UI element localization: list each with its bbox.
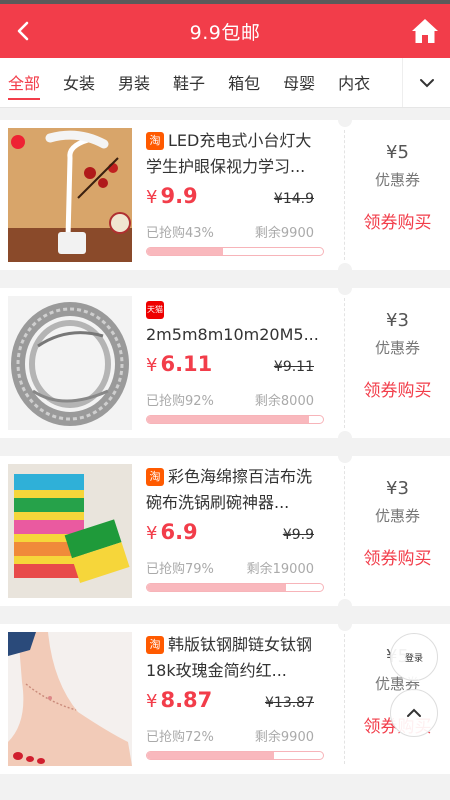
remaining-count: 剩余8000 bbox=[254, 394, 314, 409]
sold-progress-bar bbox=[146, 247, 324, 256]
chevron-down-icon bbox=[419, 78, 434, 87]
remaining-count: 剩余9900 bbox=[254, 226, 314, 241]
taobao-badge-icon: 淘 bbox=[146, 132, 164, 150]
product-title[interactable]: 淘韩版钛钢脚链女钛钢18k玫瑰金简约红... bbox=[146, 632, 322, 684]
taobao-badge-icon: 淘 bbox=[146, 636, 164, 654]
coupon-label: 优惠券 bbox=[374, 339, 420, 357]
coupon-panel: ¥5 优惠券 领券购买 bbox=[345, 120, 450, 270]
product-image-lamp[interactable] bbox=[8, 128, 132, 262]
coupon-amount: ¥5 bbox=[386, 142, 409, 163]
category-tab-underwear[interactable]: 内衣 bbox=[338, 66, 370, 100]
get-coupon-button[interactable]: 领券购买 bbox=[345, 544, 450, 569]
product-image-sponge[interactable] bbox=[8, 464, 132, 598]
product-card[interactable]: 淘彩色海绵擦百洁布洗碗布洗锅刷碗神器... ¥6.9 ¥9.9 已抢购79% 剩… bbox=[0, 449, 450, 613]
product-price: ¥6.11 bbox=[146, 352, 213, 376]
sold-progress-bar bbox=[146, 751, 324, 760]
original-price: ¥9.9 bbox=[282, 527, 314, 543]
category-tab-baby[interactable]: 母婴 bbox=[283, 66, 315, 100]
coupon-amount: ¥3 bbox=[386, 478, 409, 499]
category-tab-all[interactable]: 全部 bbox=[8, 66, 41, 100]
product-image-anklet[interactable] bbox=[8, 632, 132, 766]
remaining-count: 剩余9900 bbox=[254, 730, 314, 745]
sold-progress-fill bbox=[147, 752, 274, 759]
sold-percent: 已抢购79% bbox=[146, 562, 214, 577]
product-card[interactable]: 天猫 2m5m8m10m20M5... ¥6.11 ¥9.11 已抢购92% 剩余… bbox=[0, 281, 450, 445]
coupon-amount: ¥3 bbox=[386, 310, 409, 331]
back-icon[interactable] bbox=[10, 17, 38, 45]
remaining-count: 剩余19000 bbox=[246, 562, 314, 577]
page-title: 9.9包邮 bbox=[189, 21, 261, 44]
sold-percent: 已抢购72% bbox=[146, 730, 214, 745]
product-list: 淘 LED充电式小台灯大学生护眼保视力学习... ¥9.9 ¥14.9 已抢购43… bbox=[0, 108, 450, 774]
get-coupon-button[interactable]: 领券购买 bbox=[345, 208, 450, 233]
tmall-badge-icon: 天猫 bbox=[146, 301, 164, 319]
category-tab-men[interactable]: 男装 bbox=[118, 66, 150, 100]
category-tab-shoes[interactable]: 鞋子 bbox=[173, 66, 205, 100]
sold-progress-fill bbox=[147, 584, 287, 591]
sold-progress-bar bbox=[146, 415, 324, 424]
product-image-cable[interactable] bbox=[8, 296, 132, 430]
sold-progress-fill bbox=[147, 416, 309, 423]
coupon-label: 优惠券 bbox=[374, 171, 420, 189]
sold-percent: 已抢购43% bbox=[146, 226, 214, 241]
sold-percent: 已抢购92% bbox=[146, 394, 214, 409]
chevron-up-icon bbox=[407, 708, 421, 717]
coupon-panel: ¥3 优惠券 领券购买 bbox=[345, 288, 450, 438]
product-title[interactable]: 淘彩色海绵擦百洁布洗碗布洗锅刷碗神器... bbox=[146, 464, 322, 516]
back-to-top-button[interactable] bbox=[390, 689, 438, 737]
taobao-badge-icon: 淘 bbox=[146, 468, 164, 486]
get-coupon-button[interactable]: 领券购买 bbox=[345, 376, 450, 401]
coupon-label: 优惠券 bbox=[374, 507, 420, 525]
product-card[interactable]: 淘韩版钛钢脚链女钛钢18k玫瑰金简约红... ¥8.87 ¥13.87 已抢购7… bbox=[0, 617, 450, 774]
original-price: ¥14.9 bbox=[273, 191, 314, 207]
coupon-panel: ¥3 优惠券 领券购买 bbox=[345, 456, 450, 606]
sold-progress-fill bbox=[147, 248, 223, 255]
original-price: ¥13.87 bbox=[264, 695, 314, 711]
product-title[interactable]: 淘 LED充电式小台灯大学生护眼保视力学习... bbox=[146, 128, 322, 180]
coupon-label: 优惠券 bbox=[374, 675, 420, 693]
original-price: ¥9.11 bbox=[273, 359, 314, 375]
category-bar: 全部 女装 男装 鞋子 箱包 母婴 内衣 bbox=[0, 58, 450, 108]
app-header: 9.9包邮 bbox=[0, 4, 450, 58]
login-float-button[interactable]: 登录 bbox=[390, 633, 438, 681]
login-label: 登录 bbox=[404, 653, 423, 664]
home-icon[interactable] bbox=[410, 16, 440, 46]
category-expand-button[interactable] bbox=[402, 58, 450, 107]
product-title[interactable]: 天猫 2m5m8m10m20M5... bbox=[146, 296, 322, 348]
product-price: ¥6.9 bbox=[146, 520, 198, 544]
category-tab-women[interactable]: 女装 bbox=[63, 66, 95, 100]
sold-progress-bar bbox=[146, 583, 324, 592]
product-price: ¥9.9 bbox=[146, 184, 198, 208]
product-card[interactable]: 淘 LED充电式小台灯大学生护眼保视力学习... ¥9.9 ¥14.9 已抢购43… bbox=[0, 113, 450, 277]
category-tab-bags[interactable]: 箱包 bbox=[228, 66, 260, 100]
product-price: ¥8.87 bbox=[146, 688, 213, 712]
